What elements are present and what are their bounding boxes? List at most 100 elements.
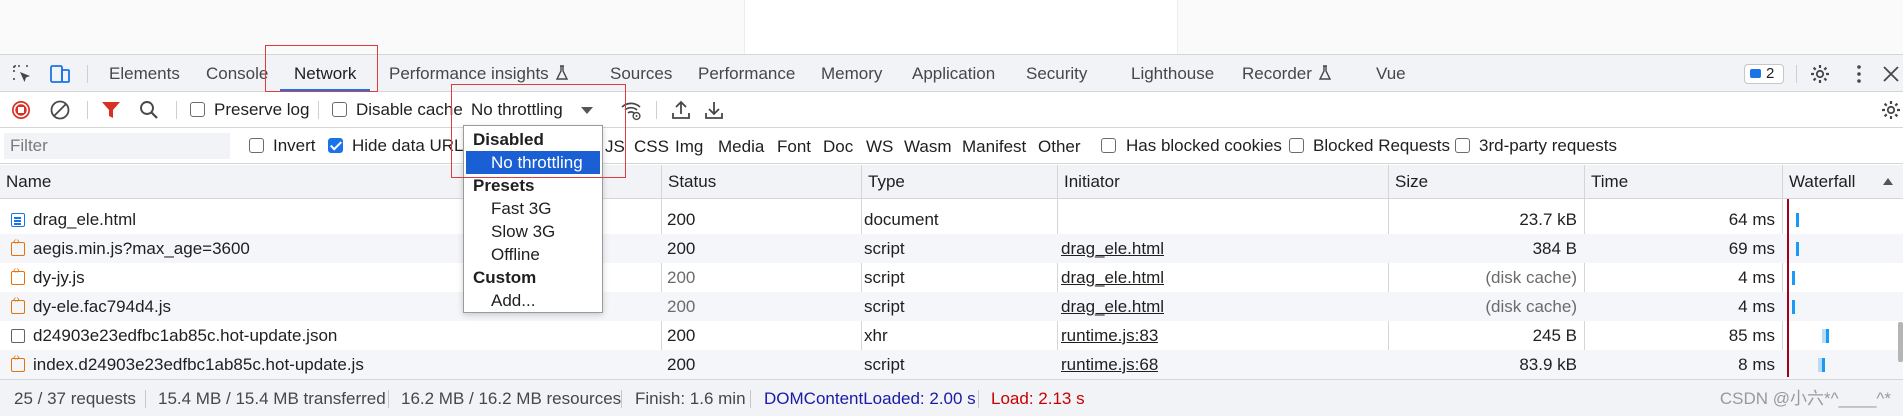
throttling-select[interactable]: No throttling xyxy=(463,96,603,124)
request-initiator[interactable]: runtime.js:83 xyxy=(1061,321,1158,350)
tabbar-divider xyxy=(1796,65,1797,83)
table-row[interactable]: d24903e23edfbc1ab85c.hot-update.json 200… xyxy=(0,321,1903,350)
type-filter-doc[interactable]: Doc xyxy=(823,137,853,157)
tab-sources[interactable]: Sources xyxy=(610,55,672,92)
menu-group-custom: Custom xyxy=(473,268,537,287)
status-divider xyxy=(621,390,622,408)
table-row[interactable]: dy-ele.fac794d4.js 200 script drag_ele.h… xyxy=(0,292,1903,321)
tab-vue[interactable]: Vue xyxy=(1376,55,1406,92)
script-file-icon xyxy=(11,294,25,314)
page-center-pane xyxy=(744,0,1178,54)
devtools-tabbar: Elements Console Network Performance ins… xyxy=(0,54,1903,92)
toolbar-divider xyxy=(87,101,88,119)
filter-funnel-icon[interactable] xyxy=(100,99,122,121)
tab-performance-insights-label: Performance insights xyxy=(389,64,549,83)
menu-item-fast-3g[interactable]: Fast 3G xyxy=(464,197,602,220)
menu-group-disabled: Disabled xyxy=(473,130,544,149)
third-party-requests-checkbox[interactable] xyxy=(1455,138,1470,153)
tab-performance-insights[interactable]: Performance insights xyxy=(389,55,569,92)
menu-item-offline[interactable]: Offline xyxy=(464,243,602,266)
network-conditions-icon[interactable] xyxy=(620,99,642,121)
issues-badge[interactable]: 2 xyxy=(1744,64,1784,84)
column-status[interactable]: Status xyxy=(661,165,861,199)
more-options-icon[interactable] xyxy=(1848,63,1870,85)
preserve-log-checkbox[interactable] xyxy=(190,102,205,117)
issues-count: 2 xyxy=(1766,65,1775,82)
menu-item-add[interactable]: Add... xyxy=(464,289,602,312)
request-type: document xyxy=(864,210,939,229)
type-filter-ws[interactable]: WS xyxy=(866,137,893,157)
menu-item-no-throttling[interactable]: No throttling xyxy=(466,151,600,174)
finish-time: Finish: 1.6 min xyxy=(635,389,746,408)
column-type[interactable]: Type xyxy=(861,165,1057,199)
tab-network[interactable]: Network xyxy=(279,55,371,92)
type-filter-media[interactable]: Media xyxy=(718,137,764,157)
load-event-marker xyxy=(1787,199,1789,377)
blocked-requests-label: Blocked Requests xyxy=(1313,136,1451,155)
type-filter-wasm[interactable]: Wasm xyxy=(904,137,952,157)
blocked-requests-checkbox[interactable] xyxy=(1289,138,1304,153)
type-filter-img[interactable]: Img xyxy=(675,137,703,157)
request-initiator[interactable]: drag_ele.html xyxy=(1061,263,1164,292)
tab-lighthouse[interactable]: Lighthouse xyxy=(1131,55,1214,92)
request-size: 384 B xyxy=(1532,239,1577,258)
has-blocked-cookies-checkbox[interactable] xyxy=(1101,138,1116,153)
search-icon[interactable] xyxy=(138,99,160,121)
invert-checkbox[interactable] xyxy=(249,138,264,153)
import-har-icon[interactable] xyxy=(670,99,692,121)
type-filter-css[interactable]: CSS xyxy=(634,137,669,157)
request-initiator[interactable]: drag_ele.html xyxy=(1061,234,1164,263)
tab-console[interactable]: Console xyxy=(206,55,268,92)
column-size[interactable]: Size xyxy=(1388,165,1584,199)
table-row[interactable]: dy-jy.js 200 script drag_ele.html (disk … xyxy=(0,263,1903,292)
tab-recorder[interactable]: Recorder xyxy=(1242,55,1332,92)
hide-data-urls-checkbox[interactable] xyxy=(328,138,343,153)
type-filter-js[interactable]: JS xyxy=(605,137,625,157)
hide-data-urls-label: Hide data URLs xyxy=(352,136,473,155)
disable-cache-checkbox[interactable] xyxy=(332,102,347,117)
table-row[interactable]: drag_ele.html 200 document 23.7 kB 64 ms xyxy=(0,205,1903,234)
load-time: Load: 2.13 s xyxy=(991,389,1085,408)
filter-input[interactable] xyxy=(4,133,230,159)
stop-recording-icon[interactable] xyxy=(10,99,32,121)
request-name: index.d24903e23edfbc1ab85c.hot-update.js xyxy=(33,355,364,374)
tab-memory[interactable]: Memory xyxy=(821,55,882,92)
transferred-size: 15.4 MB / 15.4 MB transferred xyxy=(158,389,386,408)
request-time: 4 ms xyxy=(1738,297,1775,316)
network-settings-gear-icon[interactable] xyxy=(1880,99,1902,121)
type-filter-other[interactable]: Other xyxy=(1038,137,1081,157)
column-waterfall[interactable]: Waterfall xyxy=(1782,165,1903,199)
column-time[interactable]: Time xyxy=(1584,165,1782,199)
tab-application[interactable]: Application xyxy=(912,55,995,92)
menu-item-slow-3g[interactable]: Slow 3G xyxy=(464,220,602,243)
toolbar-divider xyxy=(656,101,657,119)
request-type: script xyxy=(864,355,905,374)
flask-icon xyxy=(555,65,568,80)
table-row[interactable]: index.d24903e23edfbc1ab85c.hot-update.js… xyxy=(0,350,1903,379)
requests-table-header: Name Status Type Initiator Size Time Wat… xyxy=(0,165,1903,199)
request-initiator[interactable]: drag_ele.html xyxy=(1061,292,1164,321)
waterfall-bar xyxy=(1822,358,1825,372)
close-devtools-icon[interactable] xyxy=(1880,63,1902,85)
inspect-element-icon[interactable] xyxy=(11,63,33,85)
table-scrollbar[interactable] xyxy=(1898,322,1903,362)
clear-icon[interactable] xyxy=(49,99,71,121)
request-initiator[interactable]: runtime.js:68 xyxy=(1061,350,1158,379)
table-row[interactable]: aegis.min.js?max_age=3600 200 script dra… xyxy=(0,234,1903,263)
waterfall-bar xyxy=(1792,300,1795,314)
status-divider xyxy=(145,390,146,408)
request-type: script xyxy=(864,297,905,316)
script-file-icon xyxy=(11,236,25,256)
export-har-icon[interactable] xyxy=(703,99,725,121)
xhr-file-icon xyxy=(11,329,25,343)
network-status-bar: 25 / 37 requests 15.4 MB / 15.4 MB trans… xyxy=(0,379,1903,416)
tab-security[interactable]: Security xyxy=(1026,55,1087,92)
type-filter-font[interactable]: Font xyxy=(777,137,811,157)
tab-performance[interactable]: Performance xyxy=(698,55,795,92)
tab-elements[interactable]: Elements xyxy=(109,55,180,92)
request-status: 200 xyxy=(667,355,696,374)
device-toolbar-icon[interactable] xyxy=(49,63,71,85)
type-filter-manifest[interactable]: Manifest xyxy=(962,137,1026,157)
settings-gear-icon[interactable] xyxy=(1809,63,1831,85)
column-initiator[interactable]: Initiator xyxy=(1057,165,1388,199)
